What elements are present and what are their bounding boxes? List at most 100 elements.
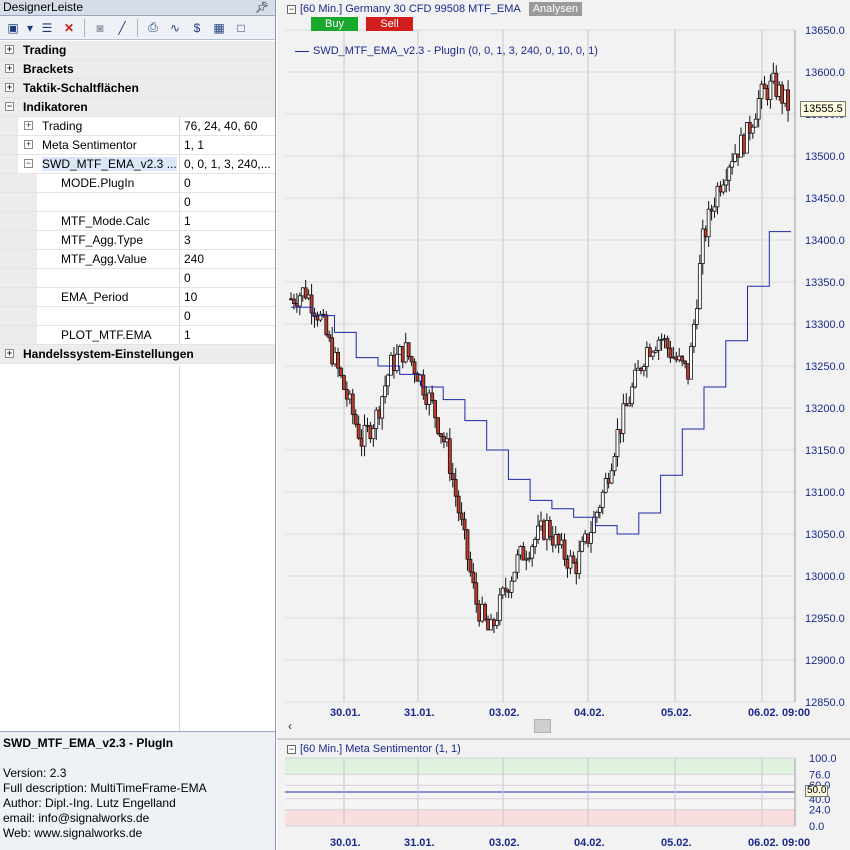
tree-row-value[interactable]: 0	[184, 271, 191, 285]
tree-row-param[interactable]: EMA_Period 10	[0, 288, 275, 307]
description-box: SWD_MTF_EMA_v2.3 - PlugIn Version: 2.3 F…	[0, 731, 275, 850]
legend-text: SWD_MTF_EMA_v2.3 - PlugIn (0, 0, 1, 3, 2…	[313, 45, 598, 57]
tree-row-sub[interactable]: + Trading 76, 24, 40, 60	[0, 117, 275, 136]
analysen-button[interactable]: Analysen	[528, 2, 582, 16]
tree-row-value[interactable]: 0	[184, 195, 191, 209]
tree-indent	[0, 193, 37, 211]
candle-body	[412, 361, 417, 374]
collapse-icon[interactable]: −	[5, 102, 14, 111]
date-tick-label: 31.01.	[404, 837, 435, 849]
window-icon[interactable]: □	[231, 18, 251, 38]
tree-row-cat[interactable]: + Brackets	[0, 60, 275, 79]
user-icon[interactable]: ◙	[90, 18, 110, 38]
candle-body	[468, 558, 473, 573]
sell-button[interactable]: Sell	[366, 17, 413, 31]
description-web: Web: www.signalworks.de	[3, 826, 143, 840]
tree-row-value[interactable]: 0	[184, 176, 191, 190]
indicator-icon[interactable]: ╱	[112, 18, 132, 38]
tree-row-label: Trading	[23, 43, 67, 57]
tree-row-value[interactable]: 240	[184, 252, 204, 266]
expand-icon[interactable]: +	[24, 140, 33, 149]
tree-row-value[interactable]: 1, 1	[184, 138, 204, 152]
tree-row-value[interactable]: 1	[184, 328, 191, 342]
tree-row-value[interactable]: 76, 24, 40, 60	[184, 119, 257, 133]
tree-row-cat[interactable]: + Taktik-Schaltflächen	[0, 79, 275, 98]
candle-body	[521, 546, 526, 561]
candle-body	[386, 374, 390, 387]
tree-row-value[interactable]: 0	[184, 309, 191, 323]
tree-indent	[0, 269, 37, 287]
candle-body	[694, 308, 699, 325]
candle-body	[503, 587, 508, 592]
candle-body	[356, 423, 361, 439]
tree-row-label: EMA_Period	[61, 290, 129, 304]
tree-row-param[interactable]: 0	[0, 193, 275, 212]
date-tick-label: 03.02.	[489, 837, 520, 849]
collapse-icon[interactable]: −	[24, 159, 33, 168]
candle-body	[589, 532, 593, 544]
expand-icon[interactable]: +	[5, 349, 14, 358]
tree-indent	[0, 326, 37, 344]
scroll-left-icon[interactable]: ‹	[288, 719, 292, 733]
chart-header: − [60 Min.] Germany 30 CFD 99508 MTF_EMA…	[287, 2, 582, 16]
buy-button[interactable]: Buy	[311, 17, 358, 31]
expand-icon[interactable]: +	[5, 83, 14, 92]
candle-body	[421, 374, 426, 396]
candle-body	[768, 80, 773, 100]
expand-icon[interactable]: +	[24, 121, 33, 130]
price-tick-label: 13300.0	[805, 319, 845, 331]
candle-body	[536, 525, 540, 540]
candle-body	[580, 541, 585, 552]
tree-row-param[interactable]: MODE.PlugIn 0	[0, 174, 275, 193]
chart-title: [60 Min.] Germany 30 CFD 99508 MTF_EMA	[300, 3, 521, 15]
tree-row-param[interactable]: 0	[0, 307, 275, 326]
pin-icon[interactable]: 📌︎	[255, 1, 269, 16]
tree-indent	[0, 117, 18, 135]
drawing-icon[interactable]: ∿	[165, 18, 185, 38]
description-author: Author: Dipl.-Ing. Lutz Engelland	[3, 796, 176, 810]
tree-row-cat[interactable]: + Trading	[0, 41, 275, 60]
price-tick-label: 13150.0	[805, 445, 845, 457]
scroll-thumb[interactable]	[534, 719, 551, 733]
chart-wizard-icon[interactable]: ▣	[3, 18, 23, 38]
price-tick-label: 13650.0	[805, 25, 845, 37]
tree-indent	[0, 231, 37, 249]
tree-row-param[interactable]: PLOT_MTF.EMA 1	[0, 326, 275, 345]
candle-body	[533, 539, 538, 548]
tree-row-param[interactable]: MTF_Mode.Calc 1	[0, 212, 275, 231]
tree-row-value[interactable]: 3	[184, 233, 191, 247]
horizontal-scrollbar[interactable]: ‹	[277, 718, 850, 734]
dropdown-icon[interactable]: ▾	[25, 18, 35, 38]
tree-row-value[interactable]: 1	[184, 214, 191, 228]
value-divider	[179, 250, 180, 268]
delete-icon[interactable]: ✕	[59, 18, 79, 38]
tree-row-cat[interactable]: − Indikatoren	[0, 98, 275, 117]
candle-body	[394, 353, 399, 371]
value-divider	[179, 326, 180, 344]
list-icon[interactable]: ☰	[37, 18, 57, 38]
grid-icon[interactable]: ▦	[209, 18, 229, 38]
tree-row-param[interactable]: MTF_Agg.Value 240	[0, 250, 275, 269]
value-divider	[179, 307, 180, 325]
tree-row-cat[interactable]: + Handelssystem-Einstellungen	[0, 345, 275, 364]
candle-body	[753, 118, 758, 128]
value-divider	[179, 136, 180, 154]
collapse-icon[interactable]: −	[287, 4, 296, 14]
tree-row-value[interactable]: 0, 0, 1, 3, 240,...	[184, 157, 271, 171]
tree-row-sub[interactable]: + Meta Sentimentor 1, 1	[0, 136, 275, 155]
tree-row-value[interactable]: 10	[184, 290, 197, 304]
tree-row-sub[interactable]: − SWD_MTF_EMA_v2.3 ... 0, 0, 1, 3, 240,...	[0, 155, 275, 174]
tree-row-param[interactable]: 0	[0, 269, 275, 288]
expand-icon[interactable]: +	[5, 64, 14, 73]
print-icon[interactable]: ⎙	[143, 18, 163, 38]
tree-row-param[interactable]: MTF_Agg.Type 3	[0, 231, 275, 250]
currency-icon[interactable]: $	[187, 18, 207, 38]
property-tree: + Trading + Brackets + Taktik-Schaltflächen − I…	[0, 41, 275, 364]
chart-area[interactable]: 13650.013600.013550.013500.013450.013400…	[277, 0, 850, 850]
collapse-icon[interactable]: −	[287, 744, 296, 754]
expand-icon[interactable]: +	[5, 45, 14, 54]
candle-body	[571, 555, 576, 564]
tree-row-label: PLOT_MTF.EMA	[61, 328, 152, 342]
toolbar-separator	[84, 18, 85, 37]
designer-panel: DesignerLeiste 📌︎ ▣ ▾ ☰ ✕ ◙ ╱ ⎙ ∿ $ ▦ □ …	[0, 0, 276, 850]
